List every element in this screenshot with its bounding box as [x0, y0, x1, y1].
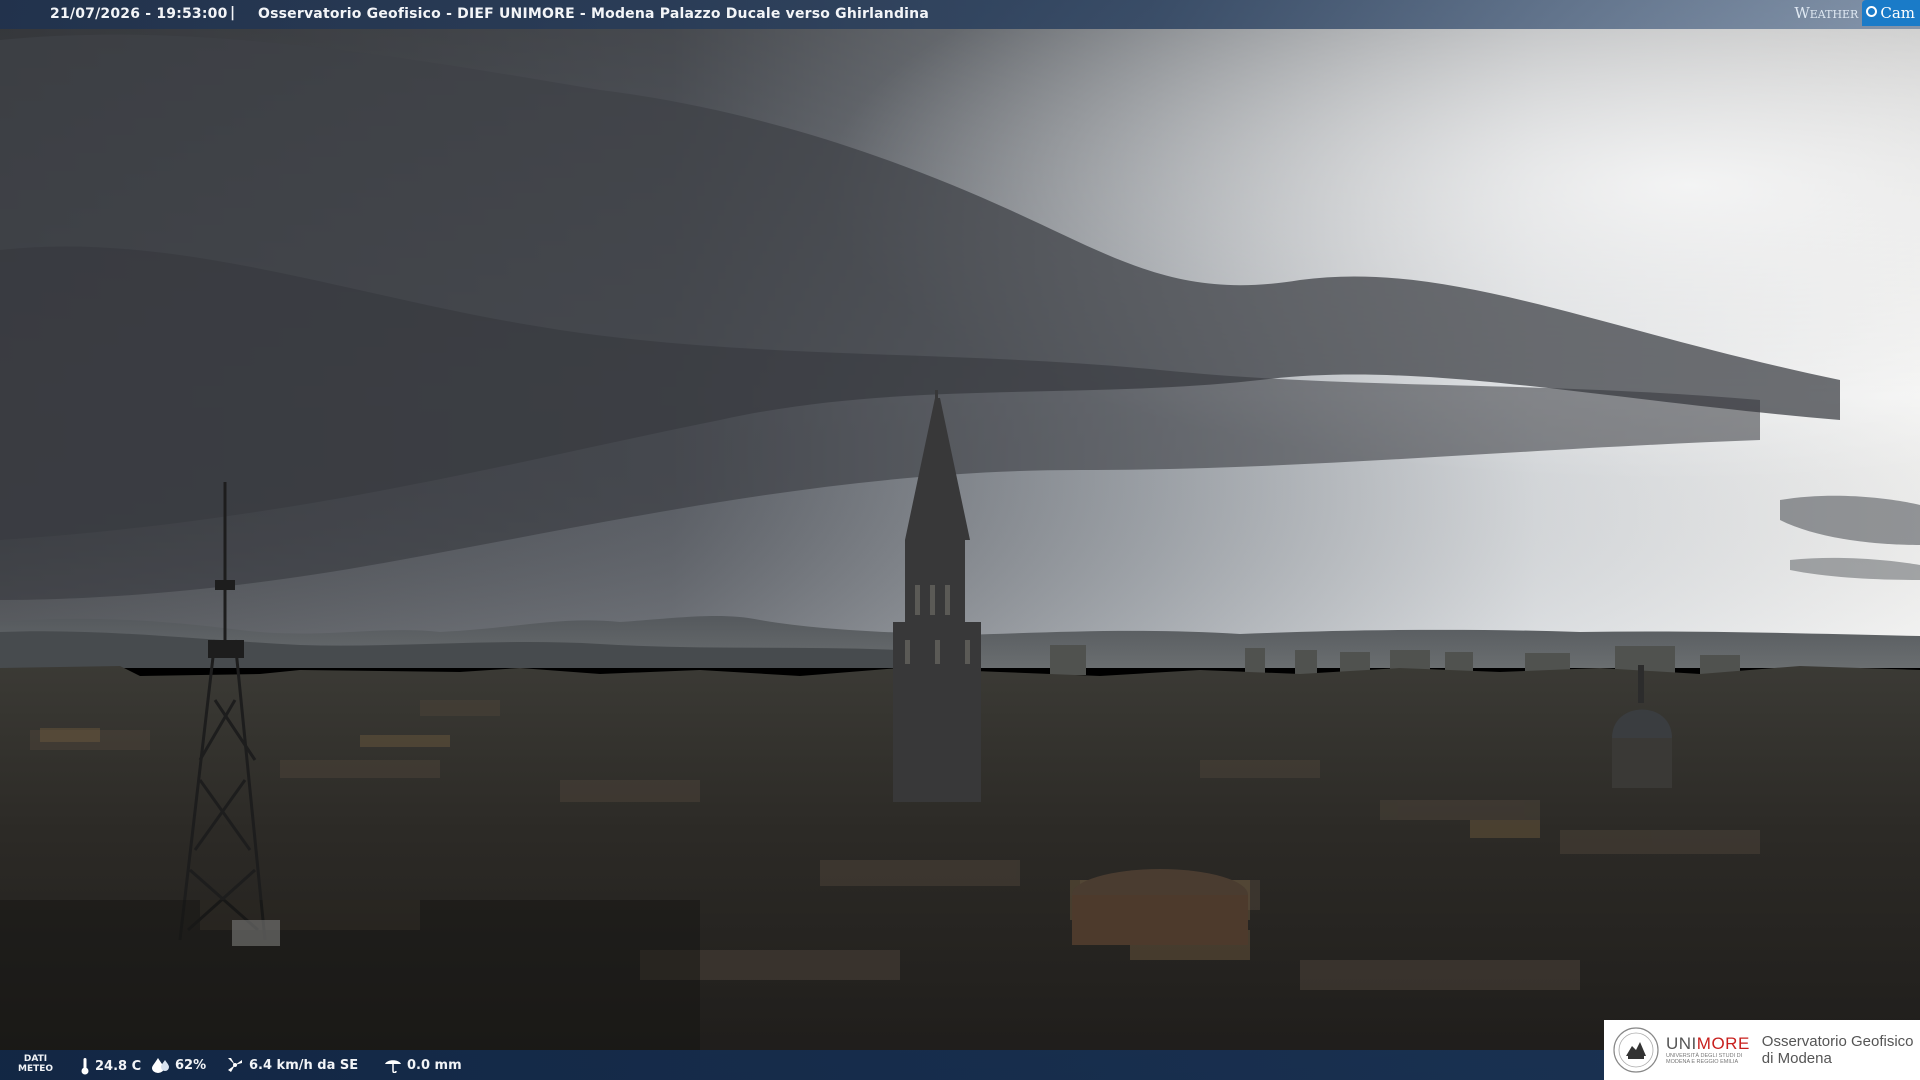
- capture-datetime: 21/07/2026 - 19:53:00: [50, 6, 228, 22]
- drop-icon: [152, 1058, 169, 1073]
- observatory-name-line2: di Modena: [1761, 1050, 1832, 1067]
- rain-reading: 0.0 mm: [384, 1057, 462, 1073]
- unimore-brand-more: MORE: [1696, 1034, 1750, 1053]
- unimore-brand: UNIMORE: [1666, 1035, 1750, 1053]
- wind-reading: 6.4 km/h da SE: [226, 1057, 358, 1073]
- weather-data-bar: DATI METEO 24.8 C 62% 6.4 km/h da SE 0.0…: [0, 1050, 1604, 1080]
- weathercam-logo-weather: Weather: [1794, 4, 1859, 22]
- weather-data-label-line1: DATI: [23, 1054, 48, 1064]
- observatory-name-line1: Osservatorio Geofisico: [1761, 1033, 1914, 1050]
- weathercam-logo-cam-text: Cam: [1880, 4, 1915, 22]
- weathercam-logo-cam: Cam: [1862, 0, 1920, 26]
- weather-data-label: DATI METEO: [18, 1054, 53, 1074]
- eye-icon: [1866, 5, 1878, 17]
- temperature-reading: 24.8 C: [80, 1057, 141, 1075]
- observatory-name: Osservatorio Geofisico di Modena: [1762, 1033, 1914, 1067]
- unimore-logo: UNIMORE UNIVERSITÀ DEGLI STUDI DI MODENA…: [1604, 1020, 1920, 1080]
- header-bar: 21/07/2026 - 19:53:00 | Osservatorio Geo…: [0, 0, 1920, 29]
- rain-value: 0.0 mm: [407, 1057, 462, 1073]
- weathercam-logo: Weather Cam: [1794, 0, 1920, 26]
- unimore-wordmark: UNIMORE UNIVERSITÀ DEGLI STUDI DI MODENA…: [1666, 1035, 1750, 1066]
- weather-data-label-line2: METEO: [18, 1064, 54, 1074]
- webcam-image: [0, 0, 1920, 1080]
- thermometer-icon: [81, 1058, 89, 1075]
- wind-value: 6.4 km/h da SE: [249, 1057, 359, 1073]
- temperature-value: 24.8 C: [95, 1058, 142, 1074]
- camera-location: Osservatorio Geofisico - DIEF UNIMORE - …: [258, 6, 929, 22]
- unimore-subtitle-line2: MODENA E REGGIO EMILIA: [1666, 1059, 1739, 1065]
- humidity-reading: 62%: [152, 1057, 206, 1073]
- wind-icon: [228, 1058, 242, 1072]
- unimore-brand-uni: UNI: [1666, 1034, 1697, 1053]
- webcam-frame: 21/07/2026 - 19:53:00 | Osservatorio Geo…: [0, 0, 1920, 1080]
- humidity-value: 62%: [175, 1057, 207, 1073]
- rain-gauge-icon: [385, 1060, 401, 1073]
- header-separator: |: [230, 5, 236, 21]
- university-seal-icon: [1613, 1027, 1659, 1073]
